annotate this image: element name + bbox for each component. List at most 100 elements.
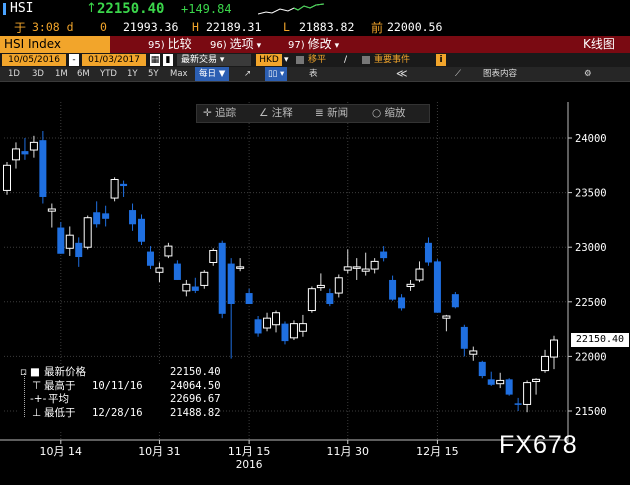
magnifier-icon: ○ [372, 107, 382, 119]
trend-tool-icon[interactable]: ⟋ [455, 67, 461, 81]
period-6m[interactable]: 6M [77, 67, 90, 81]
period-1m[interactable]: 1M [55, 67, 68, 81]
compare-menu[interactable]: 95) 比较 [148, 36, 192, 53]
quote-header: HSI ↑ 22150.40 +149.84 [0, 0, 630, 18]
annotate-tool[interactable]: ∠ 注释 [259, 105, 293, 122]
zoom-tool[interactable]: ○ 缩放 [372, 105, 406, 122]
quote-detail-row: 于 3:08 d 0 21993.36 H 22189.31 L 21883.8… [0, 18, 630, 35]
candle [129, 203, 137, 231]
ticker-color-mark [3, 3, 6, 15]
period-ytd[interactable]: YTD [100, 67, 117, 81]
candle-body-up [272, 312, 281, 326]
candle-body-down [218, 242, 226, 314]
candle-body-up [406, 283, 415, 288]
candle-body-down [389, 279, 397, 300]
track-tool[interactable]: ✛ 追踪 [203, 105, 236, 122]
legend-high-icon: ⊤ [32, 380, 42, 392]
candle [39, 131, 47, 204]
legend-last-value: 22150.40 [170, 366, 221, 378]
events-checkbox[interactable] [362, 56, 370, 64]
candle [120, 180, 128, 197]
x-tick-label: 11月 30 [327, 445, 370, 458]
news-label: 新闻 [327, 107, 349, 119]
back-icon[interactable]: ≪ [396, 67, 408, 81]
y-tick-label: 22000 [575, 351, 607, 363]
candle-body-down [505, 379, 513, 395]
candle-body-up [523, 382, 532, 405]
start-date-input[interactable]: 10/05/2016 [2, 54, 66, 66]
candle-body-down [451, 294, 459, 308]
candle-body-up [236, 266, 245, 269]
candle-body-up [289, 323, 298, 339]
candle-body-up [298, 323, 307, 332]
last-trade-label: 最新交易 [181, 55, 218, 65]
options-menu[interactable]: 96) 选项 ▾ [210, 36, 261, 53]
currency-select[interactable]: HKD [256, 54, 282, 66]
y-tick-label: 23500 [575, 188, 607, 200]
period-5y[interactable]: 5Y [148, 67, 159, 81]
y-tick-label: 24000 [575, 133, 607, 145]
news-icon: ≣ [315, 107, 324, 119]
candle [57, 222, 65, 254]
x-tick-label: 11月 15 [228, 445, 271, 458]
chart-toolbar: ✛ 追踪 ∠ 注释 ≣ 新闻 ○ 缩放 [196, 104, 430, 123]
chart-content-link[interactable]: 图表内容 [483, 67, 517, 81]
chart-type-icon[interactable]: ▮ [163, 54, 173, 66]
candle [200, 270, 209, 289]
candle [361, 252, 370, 276]
candle-body-down [487, 379, 495, 385]
range-dash: - [69, 54, 79, 66]
last-trade-select[interactable]: 最新交易 ▾ [177, 54, 251, 66]
table-view-icon[interactable]: 表 [309, 67, 318, 81]
high-value: 22189.31 [206, 20, 262, 34]
period-1y[interactable]: 1Y [127, 67, 138, 81]
annotate-label: 注释 [271, 107, 293, 119]
news-tool[interactable]: ≣ 新闻 [315, 105, 348, 122]
candle-body-up [155, 267, 164, 273]
candle [424, 237, 432, 266]
candle [11, 142, 20, 169]
period-frequency-select[interactable]: 每日 ▼ [195, 67, 230, 81]
period-3d[interactable]: 3D [32, 67, 44, 81]
candle [272, 310, 281, 333]
candle [478, 360, 486, 379]
candle [389, 275, 397, 301]
period-bar: 1D 3D 1M 6M YTD 1Y 5Y Max 每日 ▼ ↗ ▯▯ ▾ 表 … [0, 67, 630, 82]
frequency-label: 每日 [199, 69, 217, 79]
candle-body-down [424, 242, 432, 263]
period-1d[interactable]: 1D [8, 67, 20, 81]
calendar-icon[interactable]: ▦ [150, 54, 160, 66]
symbol-label: HSI [10, 1, 34, 16]
candle [370, 258, 379, 274]
end-date-input[interactable]: 01/03/2017 [82, 54, 146, 66]
x-axis: 10月 14 10月 31 11月 15 11月 30 12月 15 2016 [0, 439, 568, 471]
bar-style-icon[interactable]: ▯▯ ▾ [265, 67, 288, 81]
gear-icon[interactable]: ⚙ [584, 67, 592, 81]
candle [47, 203, 56, 228]
candle [326, 288, 334, 307]
watermark-logo: FX678 [499, 431, 578, 459]
move-label: 移平 [308, 55, 327, 65]
chart-style-icon[interactable]: ↗ [244, 67, 251, 81]
crosshair-icon: ✛ [203, 107, 212, 119]
legend-low-icon: ⊥ [32, 407, 42, 419]
candle [415, 261, 424, 283]
modify-num: 97) [288, 40, 305, 51]
candle-body-up [47, 208, 56, 212]
candle-body-up [532, 378, 541, 383]
modify-menu[interactable]: 97) 修改 ▾ [288, 36, 339, 53]
candle [29, 135, 38, 158]
candle [93, 201, 101, 228]
currency-caret-icon[interactable]: ▾ [284, 54, 290, 66]
move-checkbox[interactable] [296, 56, 304, 64]
candle [263, 312, 272, 332]
compare-num: 95) [148, 40, 165, 51]
candle-body-down [191, 286, 199, 291]
security-field[interactable]: HSI Index [0, 36, 110, 53]
period-max[interactable]: Max [170, 67, 188, 81]
candle [523, 380, 532, 413]
line-tool-icon[interactable]: / [344, 54, 347, 66]
kline-menu[interactable]: K线图 [583, 36, 615, 53]
info-icon[interactable]: i [436, 54, 446, 66]
legend-swatch: ■ [30, 366, 40, 378]
